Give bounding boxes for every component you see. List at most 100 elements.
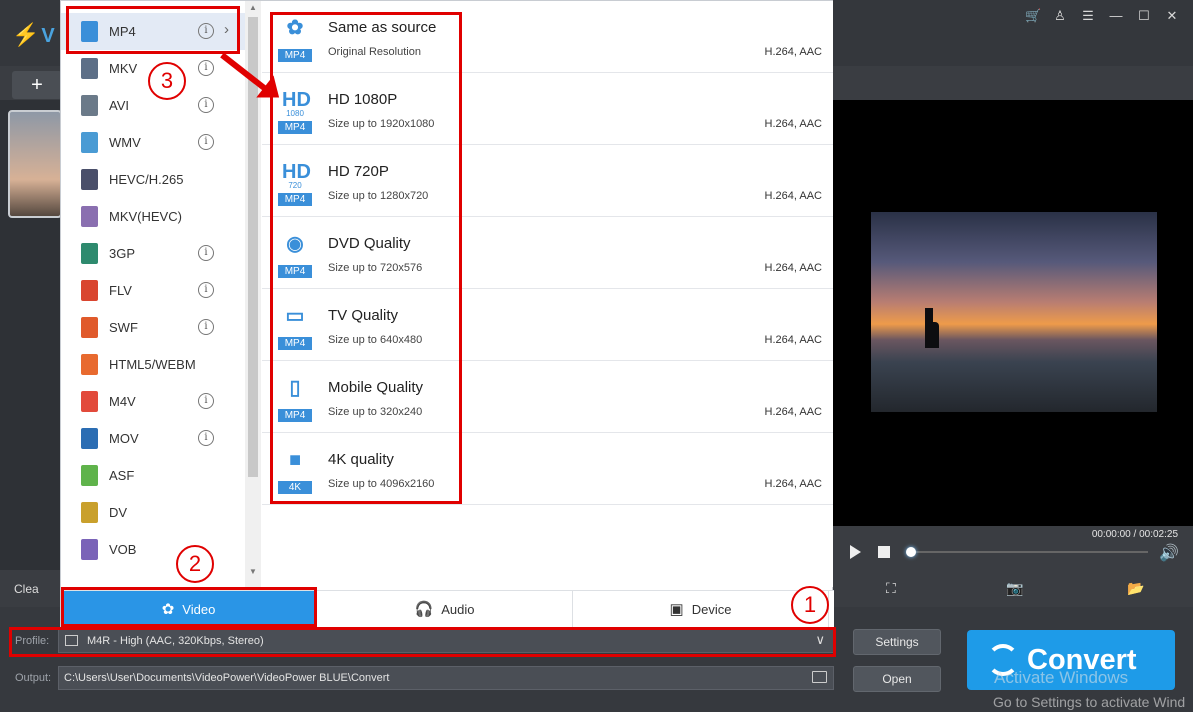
dv-file-icon [81, 502, 98, 523]
preview-tools: ⛶ 📷 📂 [833, 580, 1193, 600]
tab-device[interactable]: ▣Device [573, 591, 829, 629]
chevron-down-icon[interactable]: ∨ [815, 632, 825, 648]
quality-title: Same as source [328, 19, 436, 36]
clear-button[interactable]: Clea [14, 582, 39, 596]
tv-icon: ▭MP4 [278, 303, 312, 351]
info-icon[interactable]: i [198, 393, 214, 409]
cart-icon[interactable]: 🛒 [1025, 8, 1039, 24]
crop-icon[interactable]: ⛶ [886, 580, 896, 597]
info-icon[interactable]: i [198, 134, 214, 150]
headphones-icon: 🎧 [415, 591, 434, 629]
info-icon[interactable]: i [198, 97, 214, 113]
time-readout: 00:00:00 / 00:02:25 [1092, 529, 1178, 540]
scroll-up-icon[interactable]: ▲ [249, 3, 257, 12]
format-label: HTML5/WEBM [109, 357, 196, 372]
folder-icon[interactable] [812, 671, 827, 683]
preview-frame [871, 212, 1157, 412]
format-item[interactable]: MKV(HEVC) [61, 198, 245, 235]
quality-list: ✿MP4Same as sourceOriginal ResolutionH.2… [262, 1, 833, 587]
info-icon[interactable]: i [198, 430, 214, 446]
minimize-icon[interactable]: — [1109, 8, 1123, 24]
format-item[interactable]: MP4 i › [61, 13, 245, 50]
volume-icon[interactable]: 🔊 [1159, 543, 1179, 563]
quality-glyph: ◉ [282, 231, 308, 257]
profile-select[interactable]: M4R - High (AAC, 320Kbps, Stereo) ∨ [58, 629, 834, 653]
format-label: MKV [109, 61, 137, 76]
format-item[interactable]: HEVC/H.265 [61, 161, 245, 198]
format-item[interactable]: DV [61, 494, 245, 531]
format-item[interactable]: HTML5/WEBM [61, 346, 245, 383]
open-folder-icon[interactable]: 📂 [1127, 580, 1144, 597]
open-button[interactable]: Open [853, 666, 941, 692]
quality-icon-sub: 1080 [282, 109, 308, 118]
format-tag: MP4 [278, 337, 312, 350]
category-tabs: ✿Video 🎧 Audio ▣Device [61, 590, 834, 628]
info-icon[interactable]: i [198, 60, 214, 76]
format-item[interactable]: MOV i [61, 420, 245, 457]
video-thumbnail[interactable] [8, 110, 62, 218]
play-file-icon [81, 206, 98, 227]
profile-icon [65, 635, 78, 646]
scroll-down-icon[interactable]: ▼ [249, 567, 257, 576]
hd-1080-icon: HD1080MP4 [278, 87, 312, 135]
snapshot-icon[interactable]: 📷 [1006, 580, 1023, 597]
html5-file-icon [81, 354, 98, 375]
quality-size: Size up to 720x576 [328, 262, 422, 274]
format-item[interactable]: M4Vi [61, 383, 245, 420]
play-file-icon [81, 21, 98, 42]
info-icon[interactable]: i [198, 245, 214, 261]
quality-item[interactable]: ✿MP4Same as sourceOriginal ResolutionH.2… [262, 1, 833, 73]
quality-title: HD 720P [328, 163, 389, 180]
quality-item[interactable]: ▭MP4TV QualitySize up to 640x480H.264, A… [262, 289, 833, 361]
seek-bar[interactable] [908, 551, 1148, 553]
annotation-badge-1: 1 [791, 586, 829, 624]
menu-icon[interactable]: ☰ [1081, 8, 1095, 24]
activation-watermark-sub: Go to Settings to activate Wind [993, 694, 1185, 710]
quality-item[interactable]: ■4K4K qualitySize up to 4096x2160H.264, … [262, 433, 833, 505]
tab-video[interactable]: ✿Video [61, 591, 317, 629]
quality-item[interactable]: ◉MP4DVD QualitySize up to 720x576H.264, … [262, 217, 833, 289]
format-item[interactable]: SWFi [61, 309, 245, 346]
settings-button[interactable]: Settings [853, 629, 941, 655]
quality-size: Size up to 320x240 [328, 406, 422, 418]
info-icon[interactable]: i [198, 282, 214, 298]
chevron-right-icon: › [224, 21, 229, 38]
quality-item[interactable]: ▯MP4Mobile QualitySize up to 320x240H.26… [262, 361, 833, 433]
quality-item[interactable]: HD720MP4 HD 720P Size up to 1280x720 H.264,… [262, 145, 833, 217]
reel-icon: ✿MP4 [278, 15, 312, 63]
reel-icon: ✿ [162, 591, 175, 629]
quality-title: HD 1080P [328, 91, 397, 108]
format-item[interactable]: ASF [61, 457, 245, 494]
rider-silhouette [929, 322, 939, 348]
format-label: ASF [109, 468, 134, 483]
info-icon[interactable]: i [198, 23, 214, 39]
add-file-button[interactable]: + [12, 71, 62, 99]
play-icon[interactable] [850, 545, 861, 559]
format-item[interactable]: WMVi [61, 124, 245, 161]
format-item[interactable]: FLVi [61, 272, 245, 309]
tab-label: Audio [441, 602, 474, 617]
maximize-icon[interactable]: ☐ [1137, 8, 1151, 24]
format-scrollbar[interactable]: ▲ ▼ [245, 1, 261, 587]
format-label: MP4 [109, 24, 136, 39]
disc-icon: ◉MP4 [278, 231, 312, 279]
activation-watermark: Activate Windows [994, 668, 1128, 688]
quality-codec: H.264, AAC [765, 190, 822, 202]
info-icon[interactable]: i [198, 319, 214, 335]
hd-720-icon: HD720MP4 [278, 159, 312, 207]
format-item[interactable]: VOB [61, 531, 245, 568]
format-label: MOV [109, 431, 139, 446]
format-label: DV [109, 505, 127, 520]
film-file-icon [81, 169, 98, 190]
quality-size: Size up to 1280x720 [328, 190, 428, 202]
close-icon[interactable]: ✕ [1165, 8, 1179, 24]
format-item[interactable]: 3GPi [61, 235, 245, 272]
tab-label: Device [692, 602, 732, 617]
quality-item[interactable]: HD1080MP4HD 1080PSize up to 1920x1080H.2… [262, 73, 833, 145]
tab-audio[interactable]: 🎧 Audio [317, 591, 573, 629]
seek-handle[interactable] [906, 547, 916, 557]
output-path-field[interactable]: C:\Users\User\Documents\VideoPower\Video… [58, 666, 834, 690]
stop-icon[interactable] [878, 546, 890, 558]
quality-codec: H.264, AAC [765, 334, 822, 346]
user-icon[interactable]: ♙ [1053, 8, 1067, 24]
